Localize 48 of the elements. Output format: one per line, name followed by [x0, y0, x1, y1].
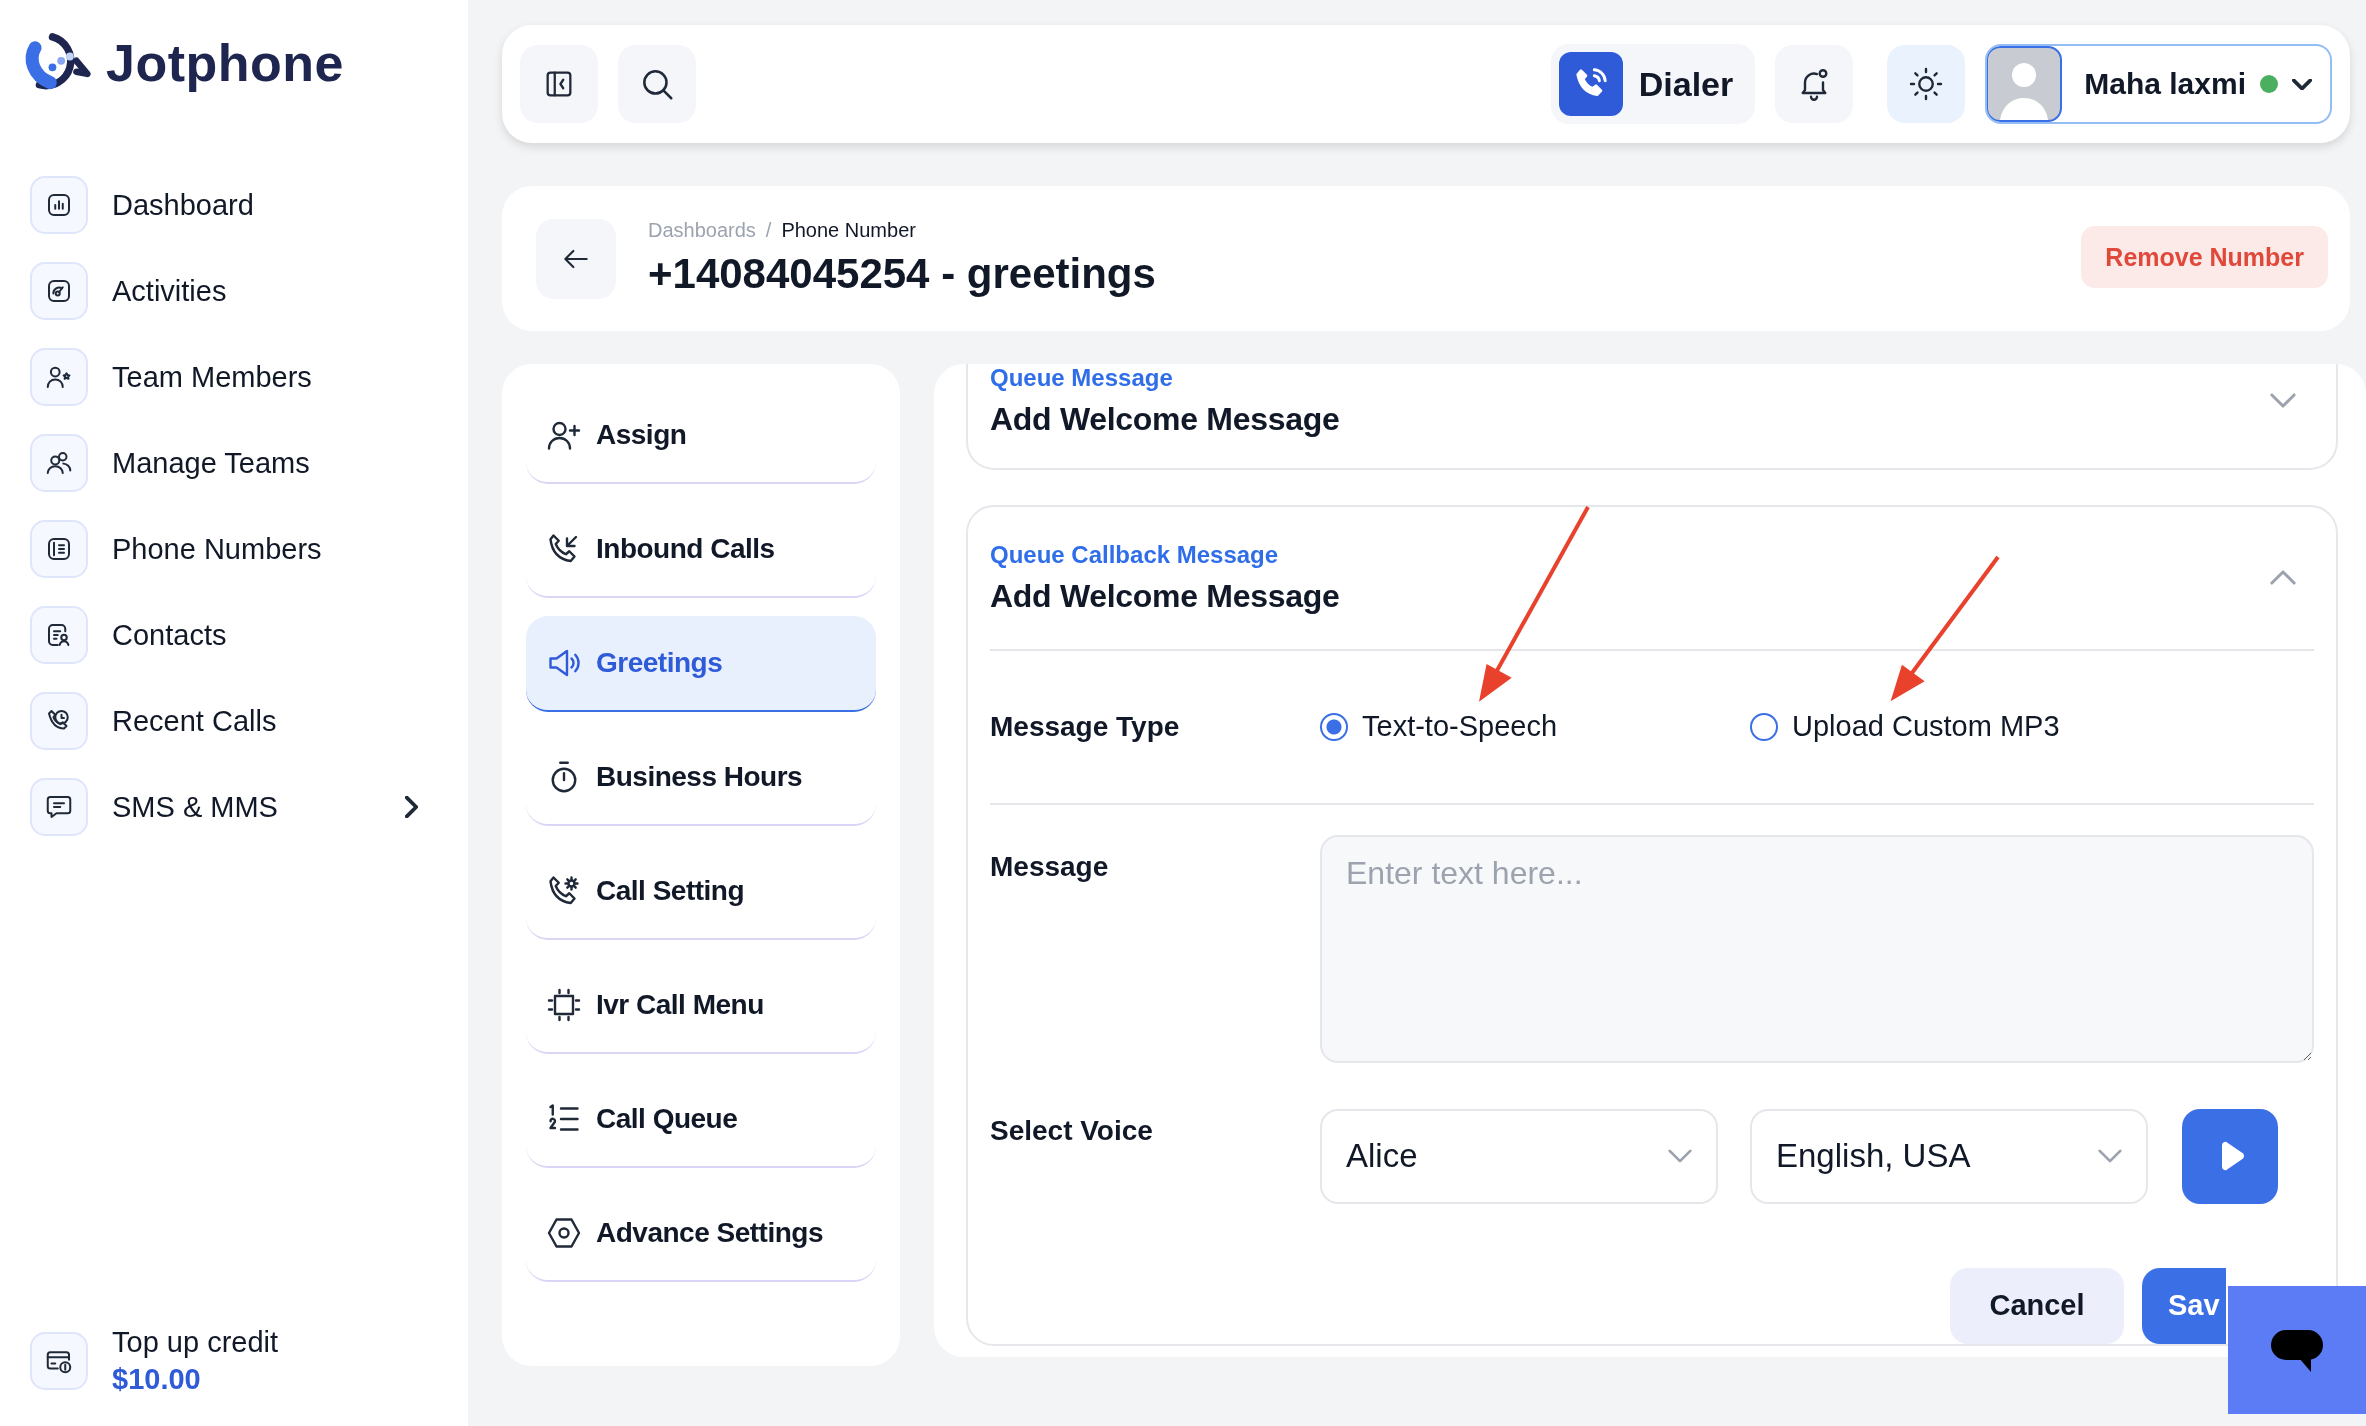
radio-button[interactable]: [1750, 712, 1778, 741]
chat-widget-button[interactable]: [2228, 1286, 2366, 1414]
voice-select[interactable]: Alice: [1320, 1108, 1718, 1204]
section-title: Add Welcome Message: [990, 400, 1340, 438]
page-title: +14084045254 - greetings: [648, 250, 1157, 298]
chevron-up-icon[interactable]: [2270, 570, 2296, 586]
field-label: Message Type: [990, 710, 1181, 743]
sidebar-item[interactable]: Manage Teams: [30, 434, 418, 492]
section-title: Add Welcome Message: [990, 577, 1340, 615]
theme-toggle-button[interactable]: [1887, 45, 1966, 123]
section-caption: Queue Message: [990, 364, 1174, 393]
chevron-down-icon[interactable]: [2270, 393, 2296, 409]
breadcrumb-current: Phone Number: [781, 219, 916, 242]
sidebar-item[interactable]: Phone Numbers: [30, 520, 418, 578]
field-label: Select Voice: [990, 1113, 1154, 1147]
play-button[interactable]: [2182, 1108, 2278, 1204]
radio-option[interactable]: Upload Custom MP3: [1750, 710, 2314, 744]
message-field[interactable]: Enter text here...: [1320, 834, 2314, 1063]
sidebar-item[interactable]: Dashboard: [30, 176, 418, 234]
section-caption: Queue Callback Message: [990, 540, 1280, 570]
sidebar-item[interactable]: Team Members: [30, 348, 418, 406]
chevron-down-icon: [2292, 78, 2312, 90]
dashed-square-icon: [546, 987, 582, 1023]
credit-label: Top up credit: [112, 1326, 279, 1359]
sidebar-item[interactable]: Recent Calls: [30, 692, 418, 750]
chevron-down-icon: [1668, 1149, 1692, 1164]
sidebar-toggle-button[interactable]: [520, 45, 598, 123]
remove-number-button[interactable]: Remove Number: [2081, 226, 2328, 288]
sun-icon: [1908, 66, 1945, 102]
language-select[interactable]: English, USA: [1750, 1108, 2148, 1204]
search-button[interactable]: [618, 45, 696, 123]
cancel-button[interactable]: Cancel: [1950, 1267, 2124, 1344]
user-menu-button[interactable]: Maha laxmi: [1985, 44, 2332, 124]
radio-button[interactable]: [1320, 712, 1348, 741]
field-label: Message: [990, 849, 1110, 883]
sidebar-item[interactable]: Contacts: [30, 606, 418, 664]
hexagon-icon: [546, 1215, 582, 1251]
sidebar-item[interactable]: SMS & MMS: [30, 778, 418, 836]
sidebar-item[interactable]: Activities: [30, 262, 418, 320]
brand-name: Jotphone: [106, 33, 344, 93]
breadcrumb-separator: /: [765, 219, 772, 242]
dialer-button[interactable]: Dialer: [1550, 44, 1756, 124]
notification-button[interactable]: [1775, 45, 1854, 123]
radio-option[interactable]: Text-to-Speech: [1320, 710, 1750, 744]
save-button[interactable]: Sav: [2142, 1267, 2226, 1344]
chevron-down-icon: [2098, 1149, 2122, 1164]
settings-menu-item[interactable]: Greetings: [526, 616, 876, 712]
credit-amount: $10.00: [112, 1363, 202, 1396]
